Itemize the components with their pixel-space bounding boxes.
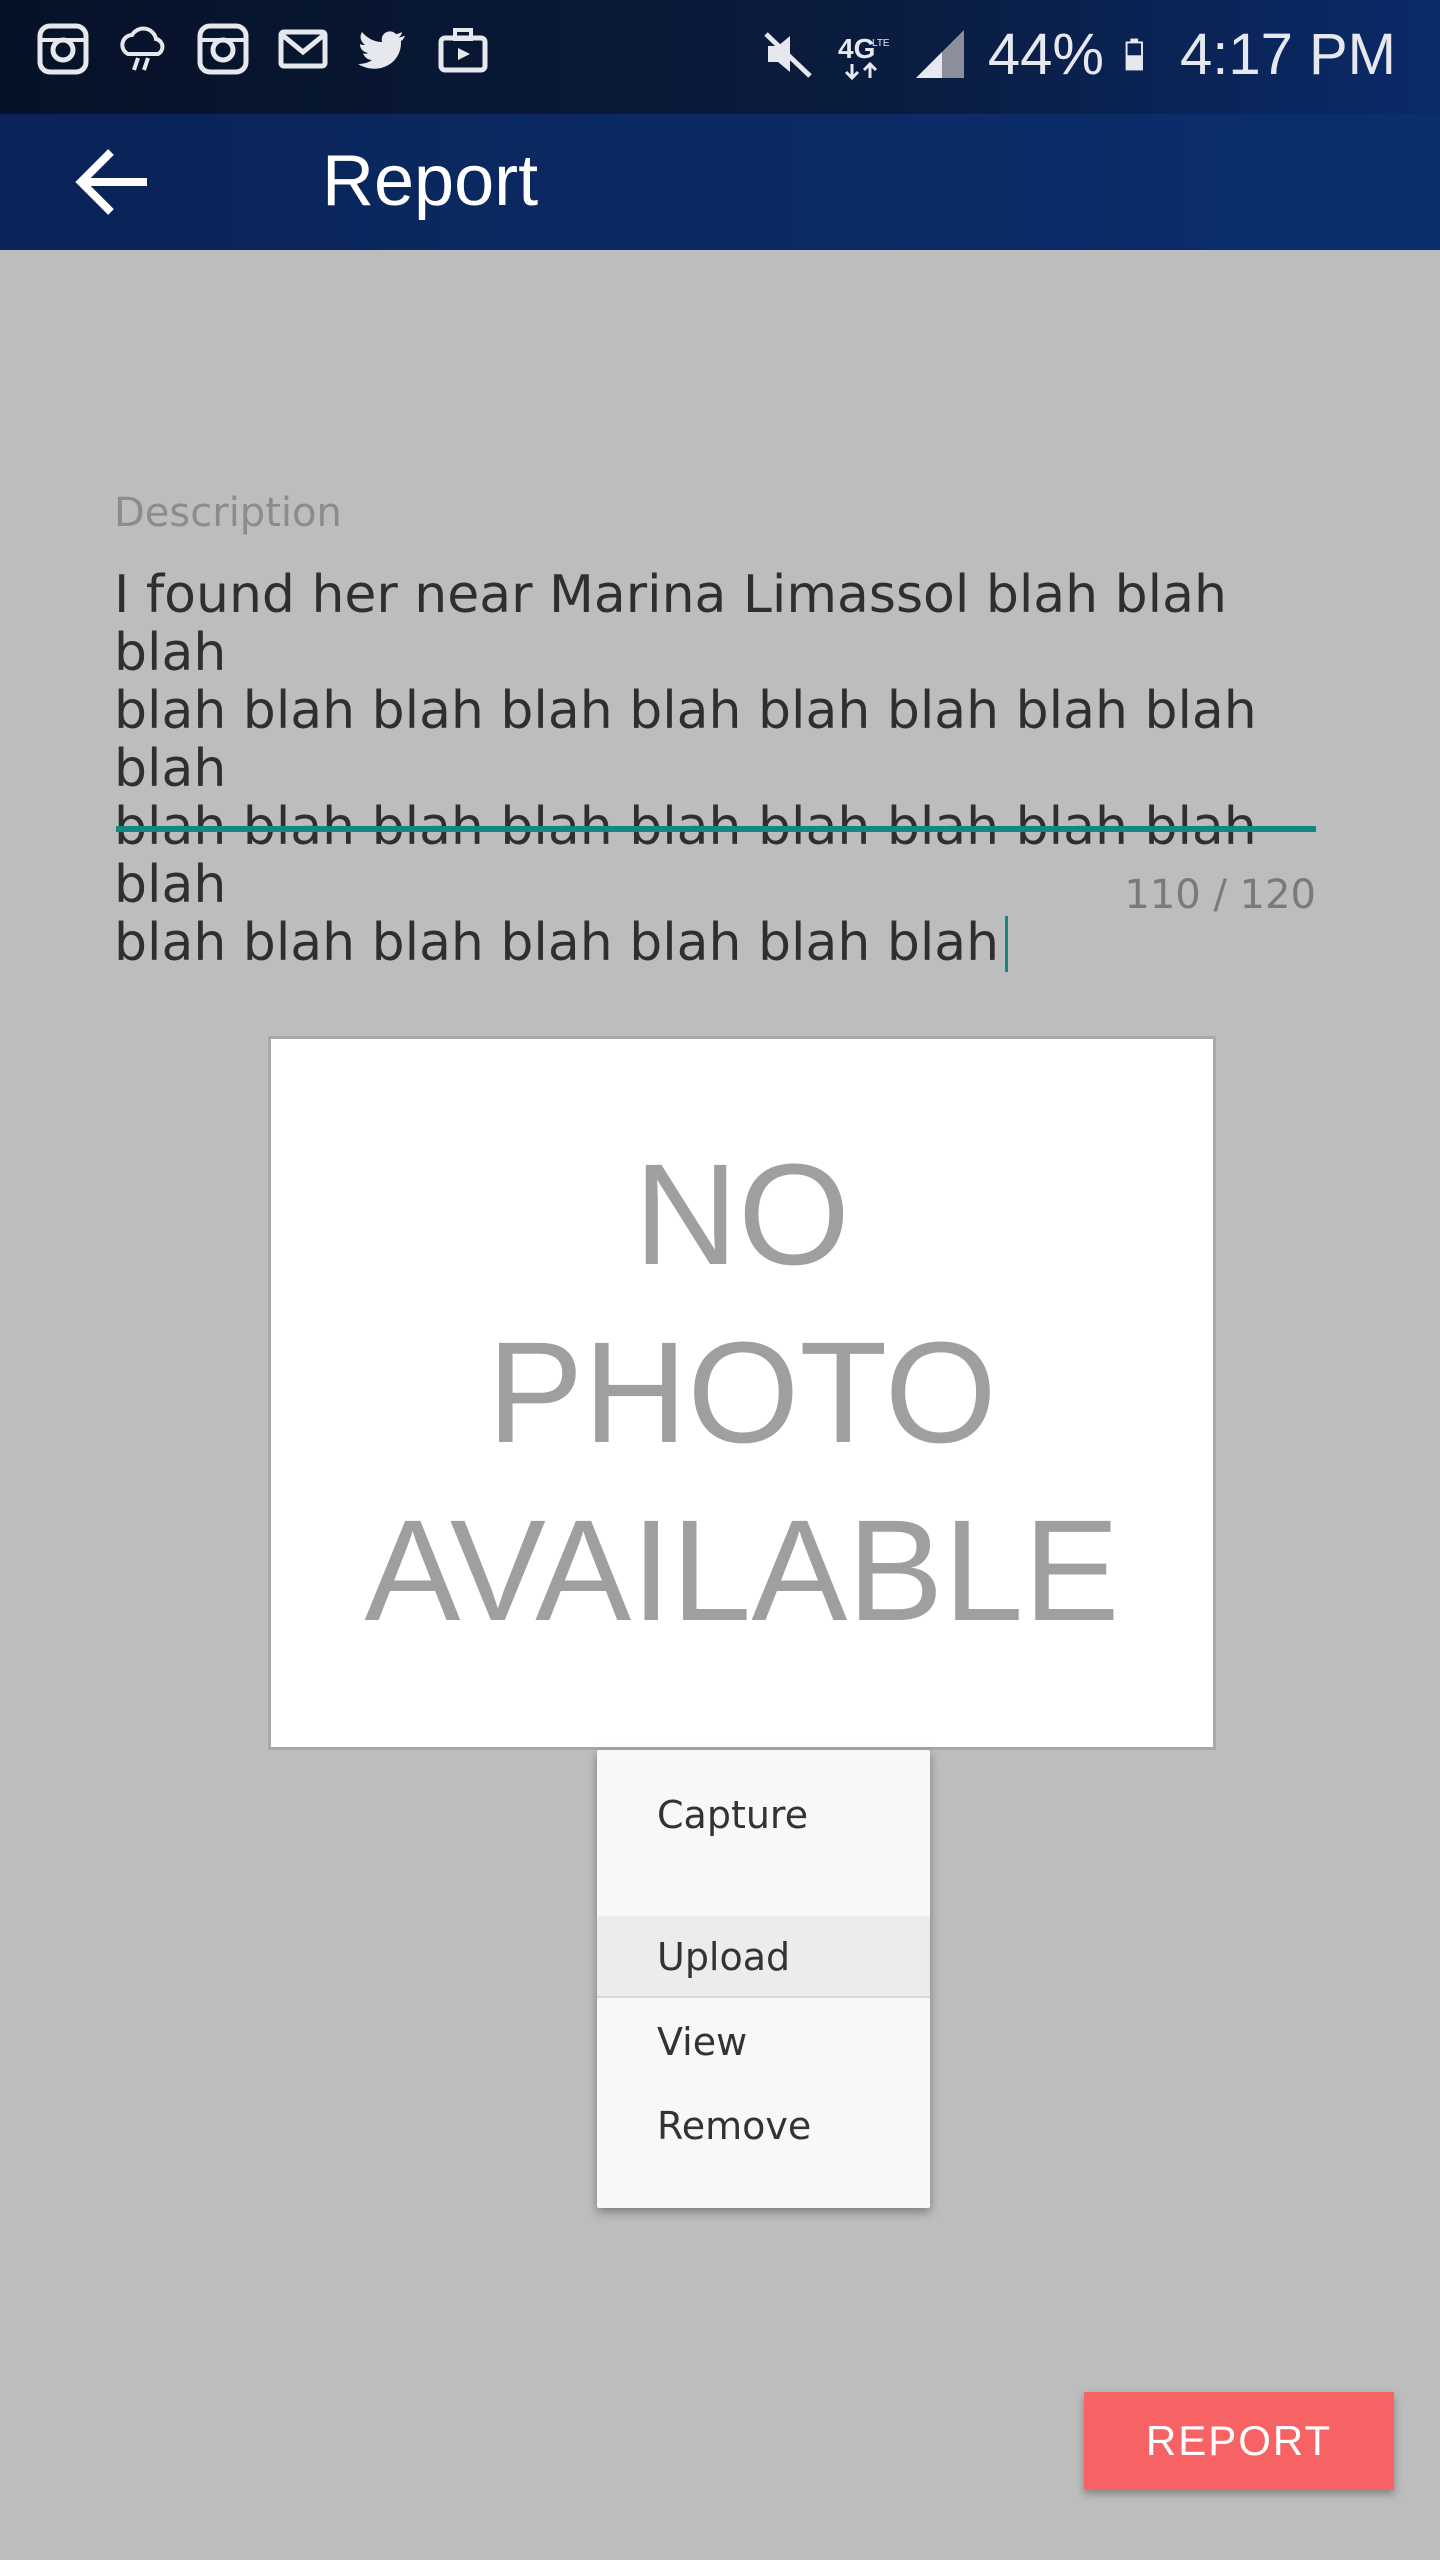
arrow-back-icon bbox=[75, 149, 147, 215]
menu-item-capture[interactable]: Capture bbox=[597, 1780, 930, 1850]
signal-icon bbox=[915, 30, 964, 78]
description-line: I found her near Marina Limassol blah bl… bbox=[114, 565, 1227, 683]
status-bar: 4G LTE 44% 4:17 PM bbox=[0, 0, 1440, 114]
notification-icons bbox=[36, 22, 490, 76]
svg-text:4G: 4G bbox=[838, 33, 875, 64]
battery-icon bbox=[1125, 38, 1143, 71]
character-counter: 110 / 120 bbox=[1124, 872, 1316, 918]
svg-text:LTE: LTE bbox=[872, 38, 890, 49]
clock: 4:17 PM bbox=[1180, 21, 1396, 87]
cloud-rain-icon bbox=[120, 26, 165, 71]
text-cursor bbox=[1005, 916, 1009, 972]
menu-item-remove[interactable]: Remove bbox=[597, 2086, 930, 2166]
no-photo-text: PHOTO bbox=[487, 1312, 997, 1473]
app-bar: Report bbox=[0, 114, 1440, 250]
report-button[interactable]: REPORT bbox=[1084, 2392, 1394, 2490]
twitter-icon bbox=[358, 31, 405, 69]
instagram-icon bbox=[197, 23, 249, 75]
page-title: Report bbox=[322, 141, 539, 221]
mute-icon bbox=[764, 32, 812, 78]
status-indicators: 4G LTE 44% 4:17 PM bbox=[760, 14, 1396, 94]
battery-percent: 44% bbox=[987, 21, 1104, 87]
description-label: Description bbox=[114, 490, 342, 536]
description-line: blah blah blah blah blah blah blah bbox=[114, 913, 1000, 973]
description-underline bbox=[116, 826, 1316, 832]
briefcase-icon bbox=[438, 28, 488, 73]
network-4g-icon: 4G LTE bbox=[838, 33, 890, 81]
photo-placeholder[interactable]: NO PHOTO AVAILABLE bbox=[268, 1036, 1216, 1750]
description-line-last: blah blah blah blah blah blah blah bbox=[114, 914, 1314, 972]
menu-item-upload[interactable]: Upload bbox=[597, 1916, 930, 1998]
back-button[interactable] bbox=[58, 136, 168, 228]
no-photo-text: NO bbox=[634, 1134, 850, 1295]
screen: 4G LTE 44% 4:17 PM Report Description I … bbox=[0, 0, 1440, 2560]
description-line: blah blah blah blah blah blah blah blah … bbox=[114, 681, 1257, 799]
photo-options-menu: Capture Upload View Remove bbox=[597, 1750, 930, 2208]
no-photo-text: AVAILABLE bbox=[364, 1490, 1120, 1651]
mail-icon bbox=[278, 29, 328, 69]
instagram-icon bbox=[37, 23, 89, 75]
menu-item-view[interactable]: View bbox=[597, 2002, 930, 2082]
